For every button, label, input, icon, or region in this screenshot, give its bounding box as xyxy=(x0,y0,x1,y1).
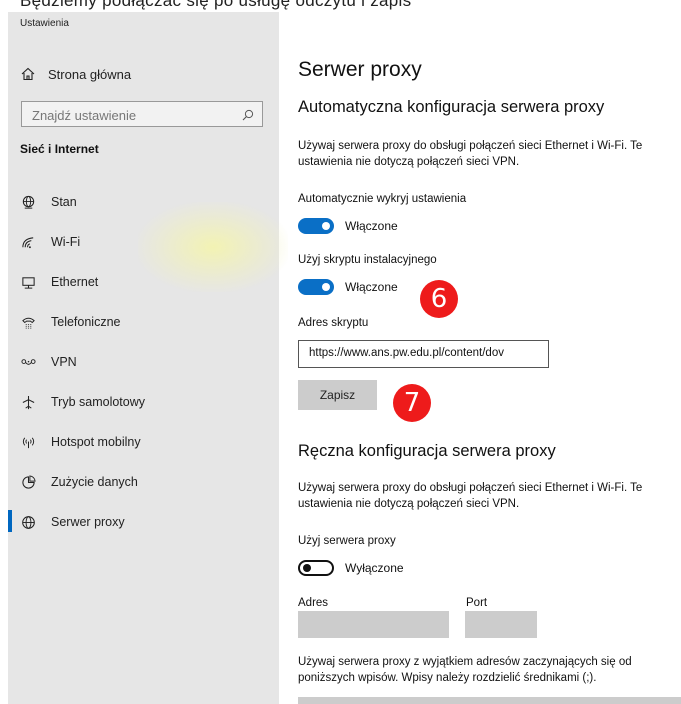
search-box[interactable] xyxy=(21,101,263,127)
data-usage-icon xyxy=(20,474,36,490)
sidebar-item-label: VPN xyxy=(51,355,77,369)
use-proxy-toggle[interactable]: Wyłączone xyxy=(298,560,404,576)
proxy-port-input[interactable] xyxy=(465,611,537,638)
sidebar-item-wifi[interactable]: Wi-Fi xyxy=(20,232,80,252)
auto-config-heading: Automatyczna konfiguracja serwera proxy xyxy=(298,98,605,116)
sidebar: Ustawienia Strona główna Sieć i Internet… xyxy=(8,12,288,704)
proxy-port-label: Port xyxy=(466,597,488,609)
sidebar-item-label: Hotspot mobilny xyxy=(51,435,141,449)
sidebar-item-label: Wi-Fi xyxy=(51,235,81,249)
home-icon xyxy=(20,66,36,82)
auto-detect-toggle[interactable]: Włączone xyxy=(298,218,398,234)
sidebar-item-zuzycie-danych[interactable]: Zużycie danych xyxy=(20,472,138,492)
screen-glare xyxy=(138,202,288,292)
window-title: Ustawienia xyxy=(20,18,69,29)
script-address-label: Adres skryptu xyxy=(298,317,369,329)
manual-config-description: Używaj serwera proxy do obsługi połączeń… xyxy=(298,482,643,510)
sidebar-item-label: Ethernet xyxy=(51,275,99,289)
dialup-icon xyxy=(20,314,36,330)
sidebar-item-vpn[interactable]: VPN xyxy=(20,352,77,372)
auto-detect-label: Automatycznie wykryj ustawienia xyxy=(298,193,467,205)
ethernet-icon xyxy=(20,274,36,290)
exceptions-input[interactable] xyxy=(298,697,681,704)
section-title: Sieć i Internet xyxy=(20,142,99,156)
sidebar-item-ethernet[interactable]: Ethernet xyxy=(20,272,98,292)
setup-script-label: Użyj skryptu instalacyjnego xyxy=(298,254,437,266)
manual-config-heading: Ręczna konfiguracja serwera proxy xyxy=(298,442,556,460)
sidebar-item-label: Zużycie danych xyxy=(51,475,138,489)
proxy-address-label: Adres xyxy=(298,597,329,609)
step-badge-6: 6 xyxy=(420,280,458,318)
sidebar-item-hotspot[interactable]: Hotspot mobilny xyxy=(20,432,141,452)
hotspot-icon xyxy=(20,434,36,450)
search-icon[interactable] xyxy=(242,108,254,126)
nav-home-label: Strona główna xyxy=(48,66,132,82)
wifi-icon xyxy=(20,234,36,250)
setup-script-toggle[interactable]: Włączone xyxy=(298,279,398,295)
auto-config-description: Używaj serwera proxy do obsługi połączeń… xyxy=(298,140,643,168)
sidebar-item-label: Telefoniczne xyxy=(51,315,121,329)
globe-stand-icon xyxy=(20,194,36,210)
script-address-input[interactable] xyxy=(307,346,551,360)
sidebar-item-telefoniczne[interactable]: Telefoniczne xyxy=(20,312,121,332)
step-badge-7: 7 xyxy=(393,384,431,422)
setup-script-switch[interactable] xyxy=(298,279,334,295)
exceptions-description: Używaj serwera proxy z wyjątkiem adresów… xyxy=(298,656,632,684)
use-proxy-switch[interactable] xyxy=(298,560,334,576)
search-input[interactable] xyxy=(30,103,234,127)
sidebar-item-serwer-proxy[interactable]: Serwer proxy xyxy=(8,510,125,532)
globe-icon xyxy=(20,514,36,530)
use-proxy-label: Użyj serwera proxy xyxy=(298,535,396,547)
sidebar-item-label: Stan xyxy=(51,195,77,209)
script-address-field[interactable] xyxy=(298,340,551,368)
use-proxy-state: Wyłączone xyxy=(345,561,404,575)
airplane-icon xyxy=(20,394,36,410)
sidebar-item-label: Serwer proxy xyxy=(51,515,125,529)
auto-detect-switch[interactable] xyxy=(298,218,334,234)
auto-detect-state: Włączone xyxy=(345,219,398,233)
top-cutoff-text: Będziemy podłączać się po usługę odczytu… xyxy=(0,0,681,12)
setup-script-state: Włączone xyxy=(345,280,398,294)
nav-home[interactable]: Strona główna xyxy=(20,66,131,82)
proxy-address-input[interactable] xyxy=(298,611,449,638)
page-title: Serwer proxy xyxy=(298,58,422,81)
sidebar-item-tryb-samolotowy[interactable]: Tryb samolotowy xyxy=(20,392,145,412)
vpn-icon xyxy=(20,354,36,370)
sidebar-item-label: Tryb samolotowy xyxy=(51,395,146,409)
save-button[interactable]: Zapisz xyxy=(298,380,377,410)
sidebar-item-stan[interactable]: Stan xyxy=(20,192,77,212)
